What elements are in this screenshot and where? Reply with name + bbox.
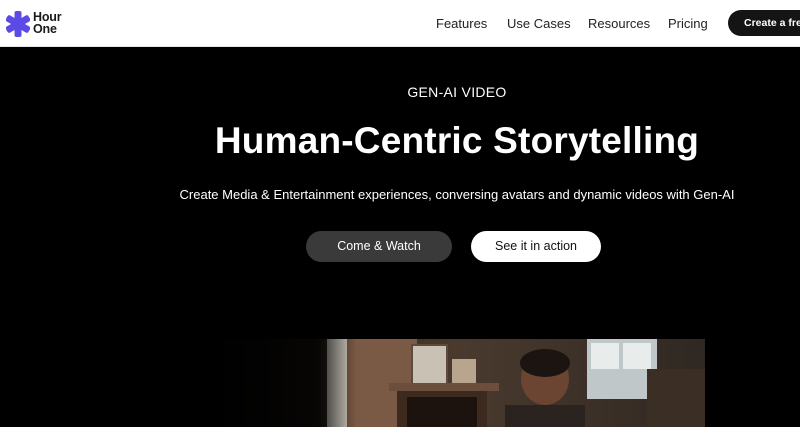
nav-use-cases[interactable]: Use Cases [507,16,571,31]
see-it-in-action-button[interactable]: See it in action [471,231,601,262]
video-frame-image [207,339,705,427]
hero-subhead: Create Media & Entertainment experiences… [179,187,735,202]
hero-video-player[interactable] [207,339,705,427]
brand-wordmark: Hour One [33,11,77,36]
hero-headline: Human-Centric Storytelling [214,120,700,161]
brand-logo[interactable]: Hour One [6,10,76,38]
brand-wordmark-line2: One [33,21,57,36]
create-free-account-button[interactable]: Create a free [728,10,800,36]
nav-features[interactable]: Features [436,16,487,31]
nav-pricing[interactable]: Pricing [668,16,708,31]
hour-one-logo-icon [6,11,30,37]
site-header: Hour One Features Use Cases Resources Pr… [0,0,800,47]
nav-resources[interactable]: Resources [588,16,650,31]
come-and-watch-button[interactable]: Come & Watch [306,231,452,262]
hero-eyebrow: GEN-AI VIDEO [407,84,507,100]
hero-section: GEN-AI VIDEO Human-Centric Storytelling … [0,48,800,427]
